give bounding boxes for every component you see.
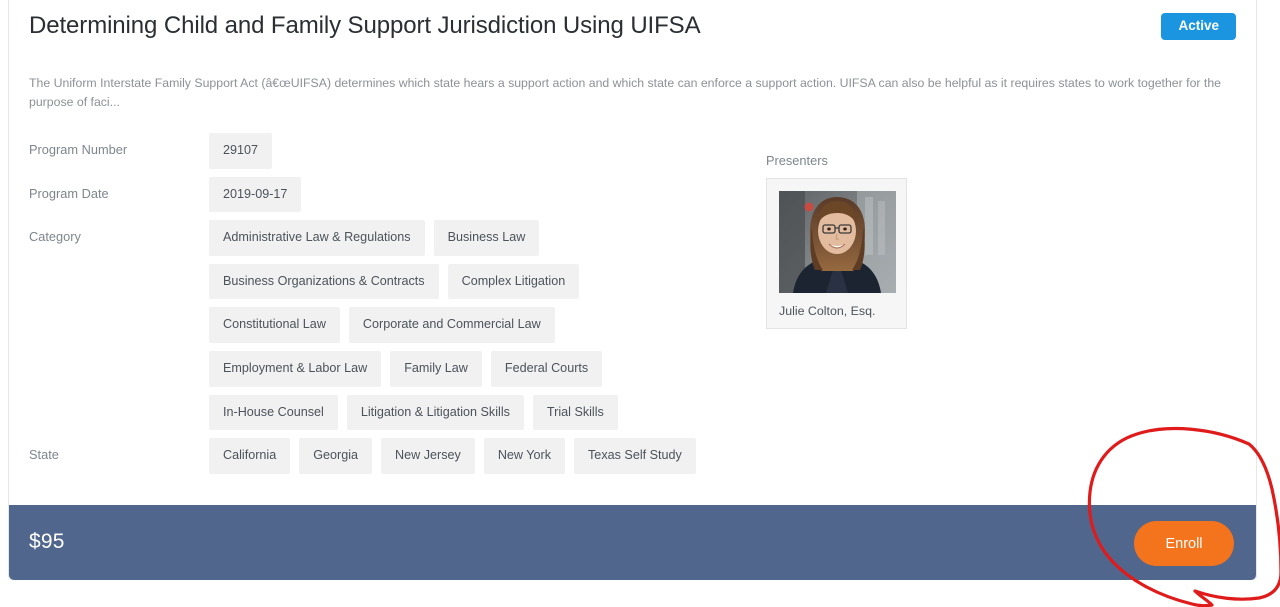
detail-row-program-date: Program Date 2019-09-17: [29, 176, 729, 213]
price-label: $95: [29, 530, 65, 553]
footer-bar: $95 Enroll: [9, 505, 1256, 580]
status-badge[interactable]: Active: [1161, 13, 1236, 40]
page-title: Determining Child and Family Support Jur…: [29, 12, 701, 39]
label-program-number: Program Number: [29, 142, 128, 157]
label-category: Category: [29, 229, 81, 245]
detail-list: Program Number 29107 Program Date 2019-0…: [29, 133, 729, 482]
presenters-label: Presenters: [766, 153, 828, 168]
chip-program-number: 29107: [209, 133, 273, 169]
chip-category: Business Law: [433, 220, 540, 256]
detail-row-category: Category Administrative Law & Regulation…: [29, 220, 729, 431]
chip-program-date: 2019-09-17: [209, 176, 302, 213]
label-program-date: Program Date: [29, 185, 109, 201]
chip-category: Federal Courts: [490, 350, 603, 387]
detail-row-state: State California Georgia New Jersey New …: [29, 438, 729, 474]
values-state: California Georgia New Jersey New York T…: [209, 438, 709, 474]
course-description: The Uniform Interstate Family Support Ac…: [29, 76, 1222, 109]
values-program-number: 29107: [209, 133, 687, 169]
chip-category: In-House Counsel: [209, 394, 338, 431]
enroll-button[interactable]: Enroll: [1134, 521, 1234, 566]
presenters-section: Presenters Julie Colton, Esq.: [766, 153, 1066, 329]
presenter-photo: [779, 191, 896, 293]
presenter-card[interactable]: Julie Colton, Esq.: [766, 178, 907, 329]
chip-category: Corporate and Commercial Law: [348, 307, 555, 343]
chip-category: Litigation & Litigation Skills: [346, 394, 524, 431]
label-state: State: [29, 447, 59, 463]
detail-row-program-number: Program Number 29107: [29, 133, 729, 169]
chip-state: California: [209, 438, 291, 474]
chip-state: Texas Self Study: [574, 438, 696, 474]
course-detail-card: Determining Child and Family Support Jur…: [8, 0, 1257, 580]
chip-category: Business Organizations & Contracts: [209, 263, 439, 300]
presenter-name: Julie Colton, Esq.: [779, 304, 876, 318]
page-root: Determining Child and Family Support Jur…: [0, 0, 1280, 607]
chip-category: Trial Skills: [532, 394, 618, 431]
values-program-date: 2019-09-17: [209, 176, 687, 213]
chip-state: New Jersey: [381, 438, 475, 474]
chip-state: Georgia: [299, 438, 373, 474]
chip-category: Complex Litigation: [447, 263, 580, 300]
chip-category: Employment & Labor Law: [209, 350, 382, 387]
values-category: Administrative Law & Regulations Busines…: [209, 220, 687, 431]
chip-category: Family Law: [390, 350, 482, 387]
chip-state: New York: [483, 438, 566, 474]
header: Determining Child and Family Support Jur…: [29, 10, 1236, 52]
chip-category: Constitutional Law: [209, 307, 340, 343]
chip-category: Administrative Law & Regulations: [209, 220, 425, 256]
